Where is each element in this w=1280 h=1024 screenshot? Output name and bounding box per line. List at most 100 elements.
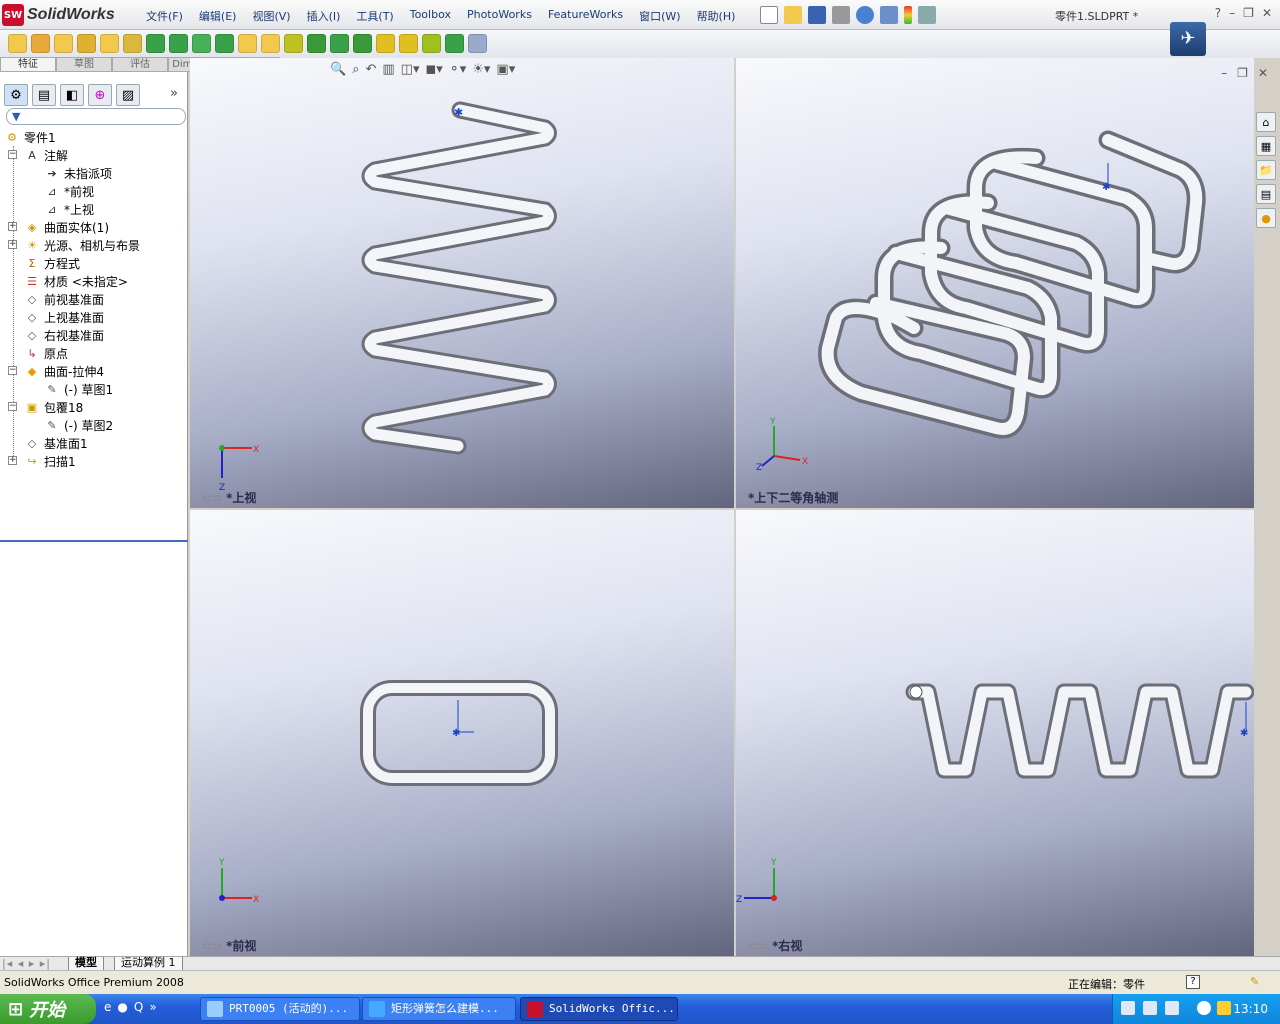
zoom-to-fit-icon[interactable]: 🔍: [330, 62, 346, 77]
apply-scene-icon[interactable]: ☀▾: [472, 62, 490, 77]
tree-node[interactable]: ◆ 曲面-拉伸4: [24, 362, 104, 380]
expand-icon[interactable]: +: [8, 240, 17, 249]
viewport-close-icon[interactable]: ✕: [1258, 66, 1268, 80]
feature-tool-icon[interactable]: [192, 34, 211, 53]
ie-icon[interactable]: e: [104, 1000, 111, 1014]
view-orientation-icon[interactable]: ◫▾: [401, 62, 420, 77]
keyboard-icon[interactable]: [1121, 1001, 1135, 1015]
feature-tool-icon[interactable]: [8, 34, 27, 53]
tree-node[interactable]: Σ 方程式: [24, 254, 81, 272]
feature-tool-icon[interactable]: [238, 34, 257, 53]
dimxpert-manager-tab-icon[interactable]: ⊕: [88, 84, 112, 106]
tree-node[interactable]: ◇ 右视基准面: [24, 326, 104, 344]
rebuild-icon[interactable]: ✎: [1250, 975, 1259, 988]
file-explorer-icon[interactable]: 📁: [1256, 160, 1276, 180]
minimize-icon[interactable]: –: [1229, 6, 1235, 20]
tab-motion-study[interactable]: 运动算例 1: [114, 957, 183, 971]
save-icon[interactable]: [808, 6, 826, 24]
qq-icon[interactable]: Q: [134, 1000, 143, 1014]
command-tab[interactable]: 特征: [0, 57, 56, 72]
more-icon[interactable]: »: [149, 1000, 156, 1014]
start-button[interactable]: ⊞ 开始: [0, 994, 96, 1024]
feature-tool-icon[interactable]: [54, 34, 73, 53]
tree-node[interactable]: ⊿ *上视: [44, 200, 94, 218]
collapse-icon[interactable]: −: [8, 150, 17, 159]
print-icon[interactable]: [832, 6, 850, 24]
view-settings-icon[interactable]: ▣▾: [496, 62, 515, 77]
tree-node[interactable]: ☰ 材质 <未指定>: [24, 272, 128, 290]
taskbar-item-prt0005[interactable]: PRT0005 (活动的)...: [200, 997, 360, 1021]
feature-tool-icon[interactable]: [468, 34, 487, 53]
tree-node[interactable]: ↪ 扫描1: [24, 452, 75, 470]
viewport-restore-icon[interactable]: ❐: [1237, 66, 1248, 80]
tree-node[interactable]: ◈ 曲面实体(1): [24, 218, 109, 236]
tree-node[interactable]: ◇ 前视基准面: [24, 290, 104, 308]
feature-tool-icon[interactable]: [376, 34, 395, 53]
feature-tool-icon[interactable]: [307, 34, 326, 53]
command-tab[interactable]: 评估: [112, 57, 168, 72]
command-tab[interactable]: 草图: [56, 57, 112, 72]
configuration-manager-tab-icon[interactable]: ◧: [60, 84, 84, 106]
help-tray-icon[interactable]: [1143, 1001, 1157, 1015]
tree-node[interactable]: ▣ 包覆18: [24, 398, 83, 416]
hide-show-items-icon[interactable]: ⚬▾: [449, 62, 466, 77]
restore-icon[interactable]: ❐: [1243, 6, 1254, 20]
menu-item[interactable]: PhotoWorks: [459, 8, 540, 24]
tree-node[interactable]: ◇ 上视基准面: [24, 308, 104, 326]
feature-tool-icon[interactable]: [146, 34, 165, 53]
menu-item[interactable]: 工具(T): [348, 8, 401, 24]
feature-tool-icon[interactable]: [31, 34, 50, 53]
solidworks-logo[interactable]: SW SolidWorks: [2, 3, 115, 27]
expand-icon[interactable]: +: [8, 456, 17, 465]
tree-filter-input[interactable]: ▼: [6, 108, 186, 125]
expand-tray-icon[interactable]: [1197, 1001, 1211, 1015]
close-icon[interactable]: ✕: [1262, 6, 1272, 20]
tab-scroll-arrows[interactable]: |◂ ◂ ▸ ▸|: [2, 957, 51, 970]
section-view-icon[interactable]: ▥: [382, 62, 394, 77]
feature-tool-icon[interactable]: [100, 34, 119, 53]
viewport-front[interactable]: ✱ X Y ⊂⊃ *前视: [190, 510, 734, 956]
property-manager-tab-icon[interactable]: ▤: [32, 84, 56, 106]
tree-node[interactable]: ✎ (-) 草图1: [44, 380, 113, 398]
feature-tool-icon[interactable]: [284, 34, 303, 53]
list-icon[interactable]: [880, 6, 898, 24]
design-library-icon[interactable]: ▦: [1256, 136, 1276, 156]
tab-model[interactable]: 模型: [68, 957, 104, 971]
tree-node[interactable]: ➔ 未指派项: [44, 164, 112, 182]
tree-node[interactable]: ↳ 原点: [24, 344, 68, 362]
viewport-right[interactable]: ✱ Y Z ⊂⊃ *右视: [736, 510, 1254, 956]
feature-manager-tab-icon[interactable]: ⚙: [4, 84, 28, 106]
viewport-minimize-icon[interactable]: –: [1221, 66, 1227, 80]
traffic-light-icon[interactable]: [904, 6, 912, 24]
viewport-isometric[interactable]: ✱ X Y Z *上下二等角轴测: [736, 58, 1254, 508]
link-views-icon[interactable]: ⊂⊃: [202, 939, 222, 953]
view-palette-icon[interactable]: ▤: [1256, 184, 1276, 204]
tree-node[interactable]: ⚙ 零件1: [4, 128, 56, 146]
menu-item[interactable]: Toolbox: [402, 8, 459, 24]
menu-item[interactable]: 插入(I): [299, 8, 349, 24]
feature-tool-icon[interactable]: [215, 34, 234, 53]
menu-item[interactable]: 窗口(W): [631, 8, 688, 24]
collapse-icon[interactable]: −: [8, 402, 17, 411]
options-icon[interactable]: [918, 6, 936, 24]
feature-tool-icon[interactable]: [330, 34, 349, 53]
rollback-bar[interactable]: [0, 540, 188, 542]
link-views-icon[interactable]: ⊂⊃: [748, 939, 768, 953]
menu-item[interactable]: FeatureWorks: [540, 8, 631, 24]
menu-item[interactable]: 帮助(H): [689, 8, 744, 24]
feature-tool-icon[interactable]: [169, 34, 188, 53]
help-icon[interactable]: ?: [1186, 975, 1200, 989]
display-manager-tab-icon[interactable]: ▨: [116, 84, 140, 106]
link-views-icon[interactable]: ⊂⊃: [202, 491, 222, 505]
tree-node[interactable]: ◇ 基准面1: [24, 434, 88, 452]
tree-node[interactable]: ☀ 光源、相机与布景: [24, 236, 140, 254]
expand-more-icon[interactable]: »: [170, 86, 178, 101]
appearances-icon[interactable]: ●: [1256, 208, 1276, 228]
menu-item[interactable]: 视图(V): [244, 8, 298, 24]
feature-tool-icon[interactable]: [77, 34, 96, 53]
menu-item[interactable]: 文件(F): [138, 8, 191, 24]
tree-node[interactable]: ✎ (-) 草图2: [44, 416, 113, 434]
qq-tray-icon[interactable]: [1217, 1001, 1231, 1015]
undo-icon[interactable]: [856, 6, 874, 24]
open-folder-icon[interactable]: [784, 6, 802, 24]
